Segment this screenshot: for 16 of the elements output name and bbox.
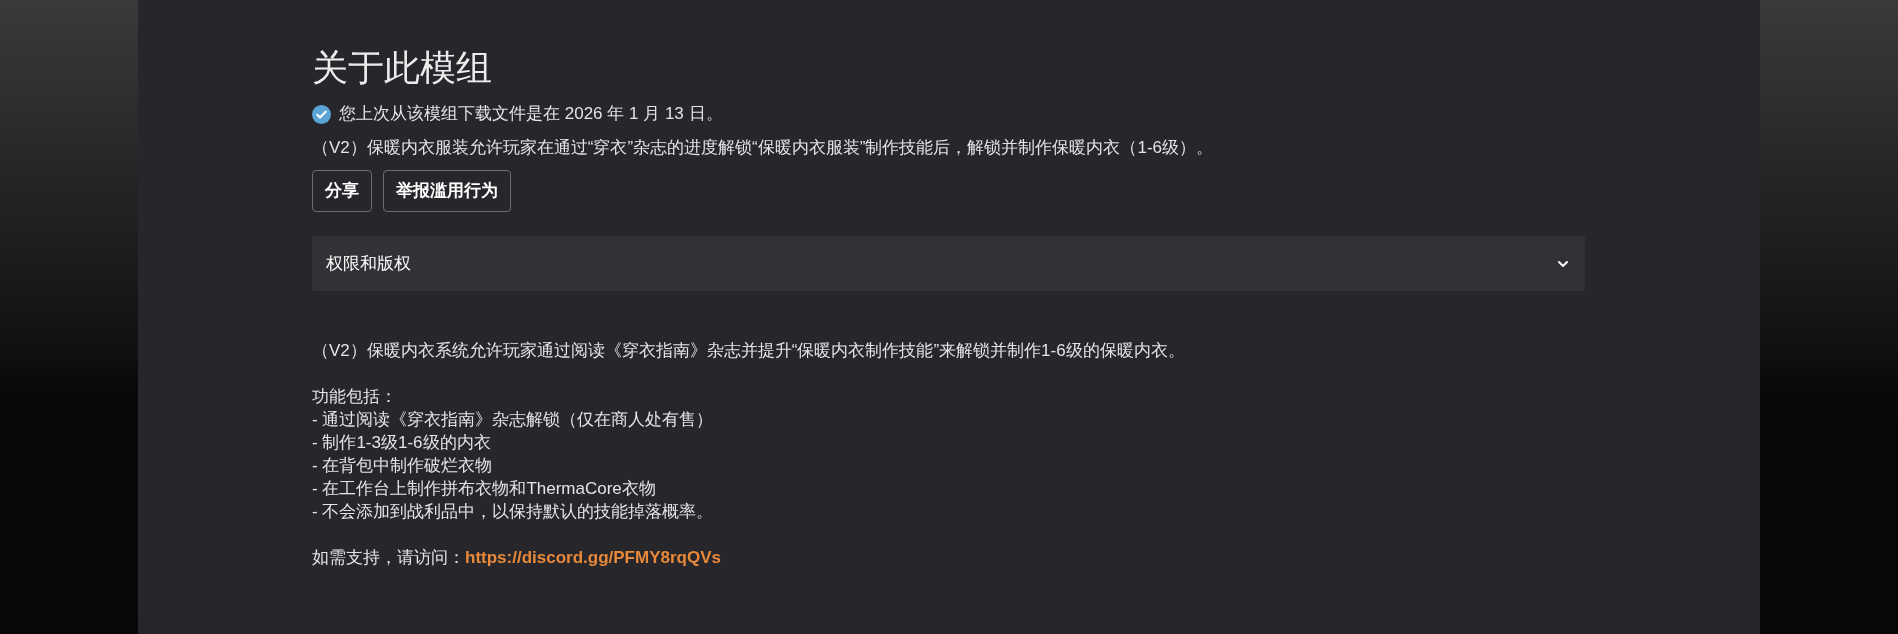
mod-description: （V2）保暖内衣系统允许玩家通过阅读《穿衣指南》杂志并提升“保暖内衣制作技能”来解锁并制作1-6级的保暖内衣。: [312, 340, 1186, 362]
feature-item: - 在工作台上制作拼布衣物和ThermaCore衣物: [312, 478, 657, 500]
section-title: 关于此模组: [312, 46, 493, 90]
download-notice: 您上次从该模组下载文件是在 2026 年 1 月 13 日。: [339, 103, 723, 126]
features-heading: 功能包括：: [312, 386, 398, 408]
feature-item: - 不会添加到战利品中，以保持默认的技能掉落概率。: [312, 501, 715, 523]
verified-check-icon: [312, 104, 331, 124]
support-text: 如需支持，请访问：https://discord.gg/PFMY8rqQVs: [312, 547, 722, 569]
discord-link[interactable]: https://discord.gg/PFMY8rqQVs: [465, 548, 721, 567]
feature-item: - 通过阅读《穿衣指南》杂志解锁（仅在商人处有售）: [312, 409, 715, 431]
action-button[interactable]: 举报滥用行为: [383, 170, 511, 212]
feature-item: - 在背包中制作破烂衣物: [312, 455, 494, 477]
permissions-accordion[interactable]: 权限和版权: [312, 236, 1585, 291]
feature-item: - 制作1-3级1-6级的内衣: [312, 432, 492, 454]
mod-summary: （V2）保暖内衣服装允许玩家在通过“穿衣”杂志的进度解锁“保暖内衣服装”制作技能后，解锁并制作保暖内衣（1-6级）。: [312, 137, 1214, 159]
action-button[interactable]: 分享: [312, 170, 372, 212]
